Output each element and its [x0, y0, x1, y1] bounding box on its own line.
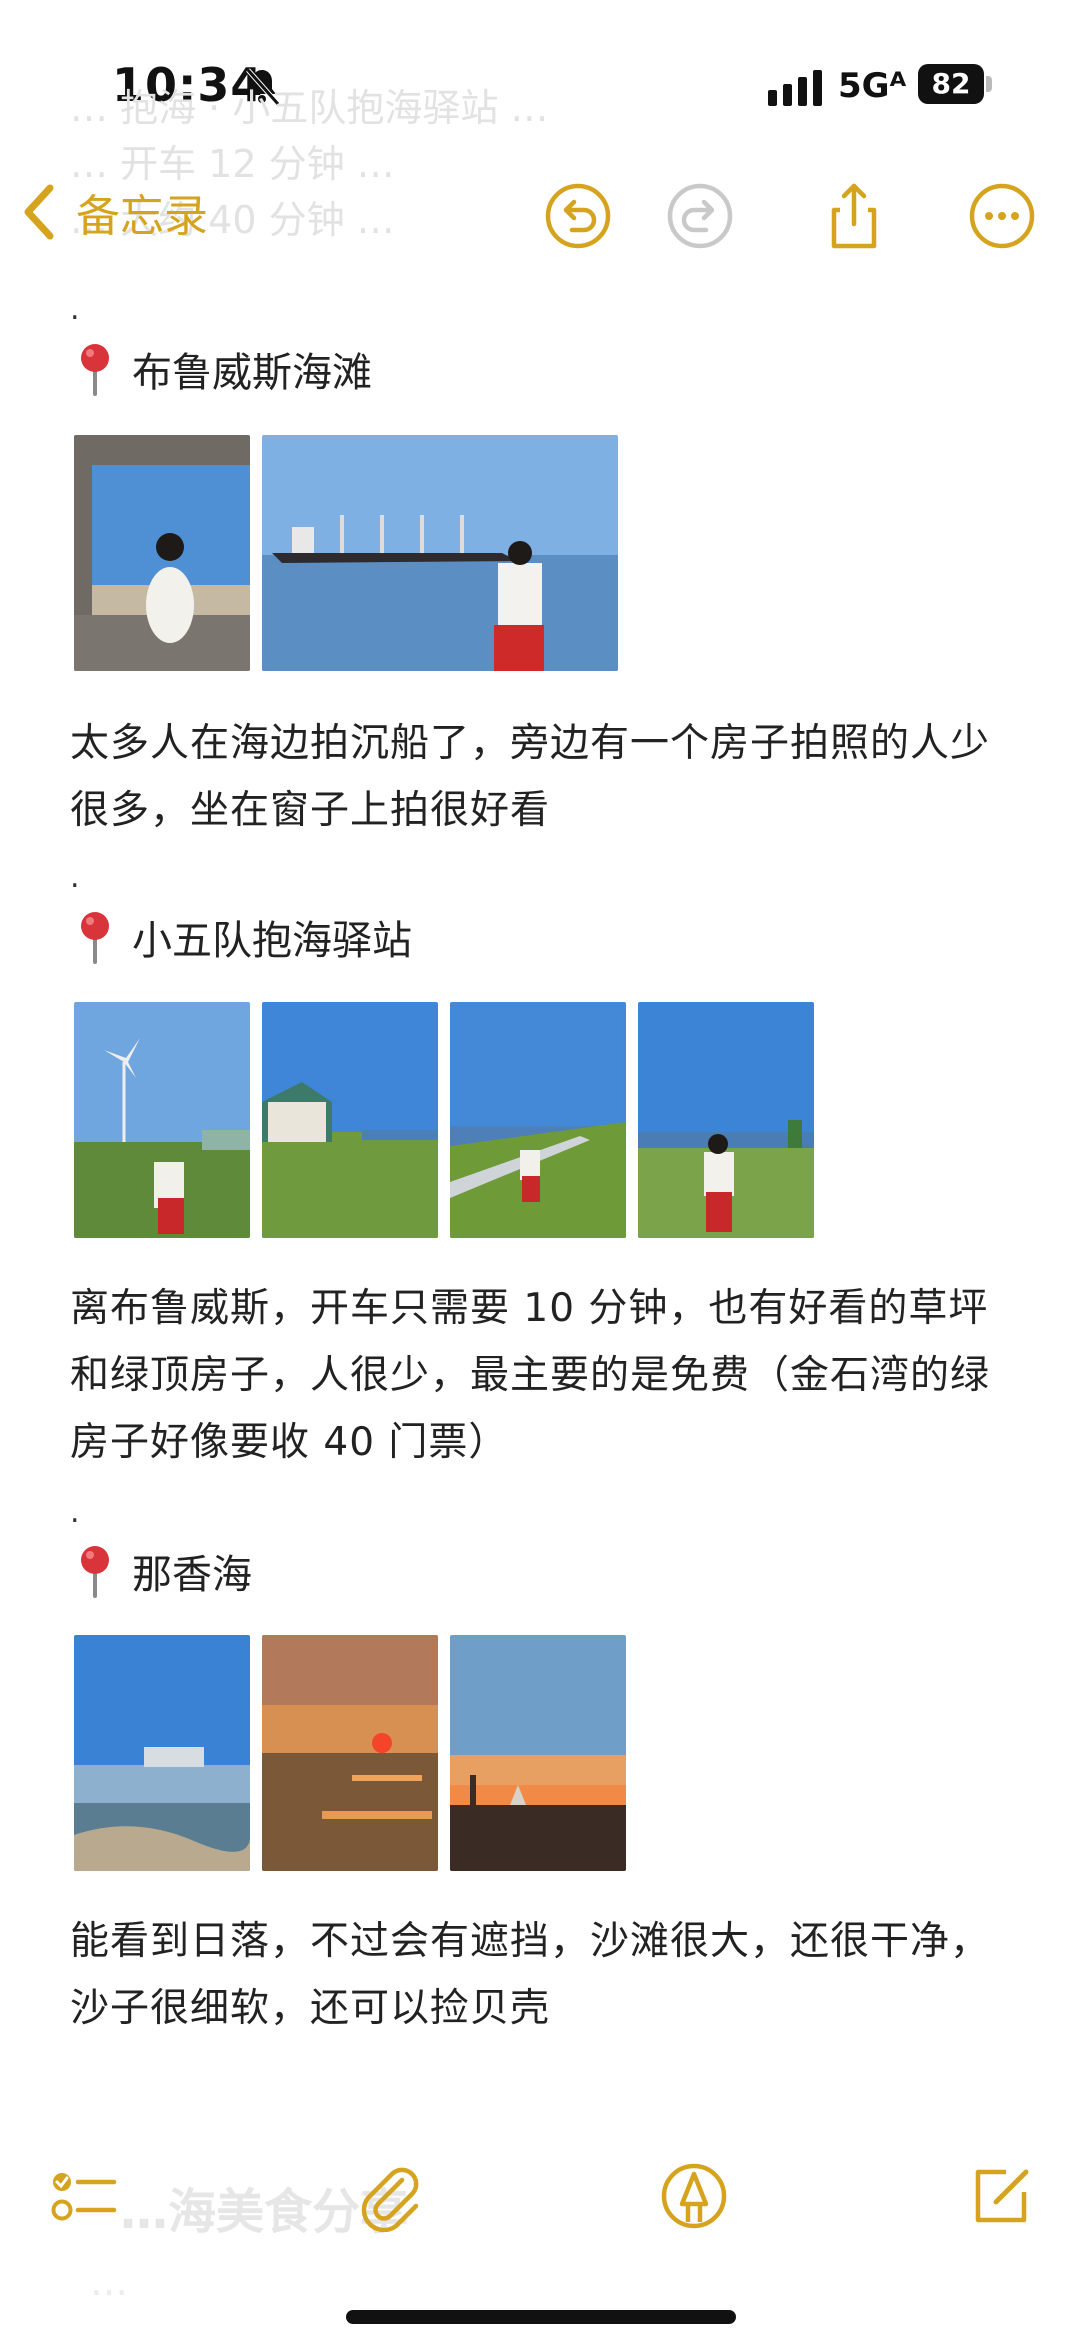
photo-thumbnail[interactable]: [638, 1002, 814, 1238]
checklist-icon[interactable]: [48, 2160, 120, 2232]
undo-icon[interactable]: [542, 180, 614, 252]
photo-row: [74, 435, 618, 671]
back-label: 备忘录: [76, 191, 208, 242]
redo-icon[interactable]: [664, 180, 736, 252]
photo-thumbnail[interactable]: [74, 1002, 250, 1238]
section-heading: 那香海: [74, 1542, 252, 1600]
photo-thumbnail[interactable]: [262, 1635, 438, 1871]
section-paragraph: 能看到日落，不过会有遮挡，沙滩很大，还很干净，沙子很细软，还可以捡贝壳: [70, 1919, 991, 2031]
attachment-paperclip-icon[interactable]: [354, 2160, 426, 2232]
section-heading: 布鲁威斯海滩: [74, 340, 372, 398]
section-title: 布鲁威斯海滩: [132, 350, 372, 396]
chevron-left-icon: [24, 184, 54, 240]
home-indicator[interactable]: [346, 2310, 736, 2324]
photo-thumbnail[interactable]: [450, 1002, 626, 1238]
section-title: 小五队抱海驿站: [132, 918, 412, 964]
photo-thumbnail[interactable]: [74, 1635, 250, 1871]
scrolled-ghost-sub: …: [90, 2260, 128, 2304]
separator-dot: .: [70, 1495, 80, 1530]
bottom-toolbar: [0, 2150, 1080, 2250]
photo-row: [74, 1635, 626, 1871]
photo-row: [74, 1002, 814, 1238]
section-paragraph: 太多人在海边拍沉船了，旁边有一个房子拍照的人少很多，坐在窗子上拍很好看: [70, 721, 991, 833]
more-options-icon[interactable]: [966, 180, 1038, 252]
photo-thumbnail[interactable]: [262, 435, 618, 671]
photo-thumbnail[interactable]: [74, 435, 250, 671]
separator-dot: .: [70, 292, 80, 327]
photo-thumbnail[interactable]: [450, 1635, 626, 1871]
location-pin-icon: [81, 344, 109, 396]
back-button[interactable]: 备忘录: [18, 180, 208, 244]
compose-new-note-icon[interactable]: [966, 2160, 1038, 2232]
navigation-bar: 备忘录: [0, 170, 1080, 270]
section-heading: 小五队抱海驿站: [74, 908, 412, 966]
section-paragraph: 离布鲁威斯，开车只需要 10 分钟，也有好看的草坪和绿顶房子，人很少，最主要的是…: [70, 1286, 991, 1465]
ghost-line-1: … 抱海 · 小五队抱海驿站 …: [70, 86, 549, 130]
location-pin-icon: [81, 1546, 109, 1598]
section-title: 那香海: [132, 1552, 252, 1598]
share-icon[interactable]: [818, 180, 890, 252]
separator-dot: .: [70, 860, 80, 895]
markup-pen-icon[interactable]: [658, 2160, 730, 2232]
photo-thumbnail[interactable]: [262, 1002, 438, 1238]
location-pin-icon: [81, 912, 109, 964]
